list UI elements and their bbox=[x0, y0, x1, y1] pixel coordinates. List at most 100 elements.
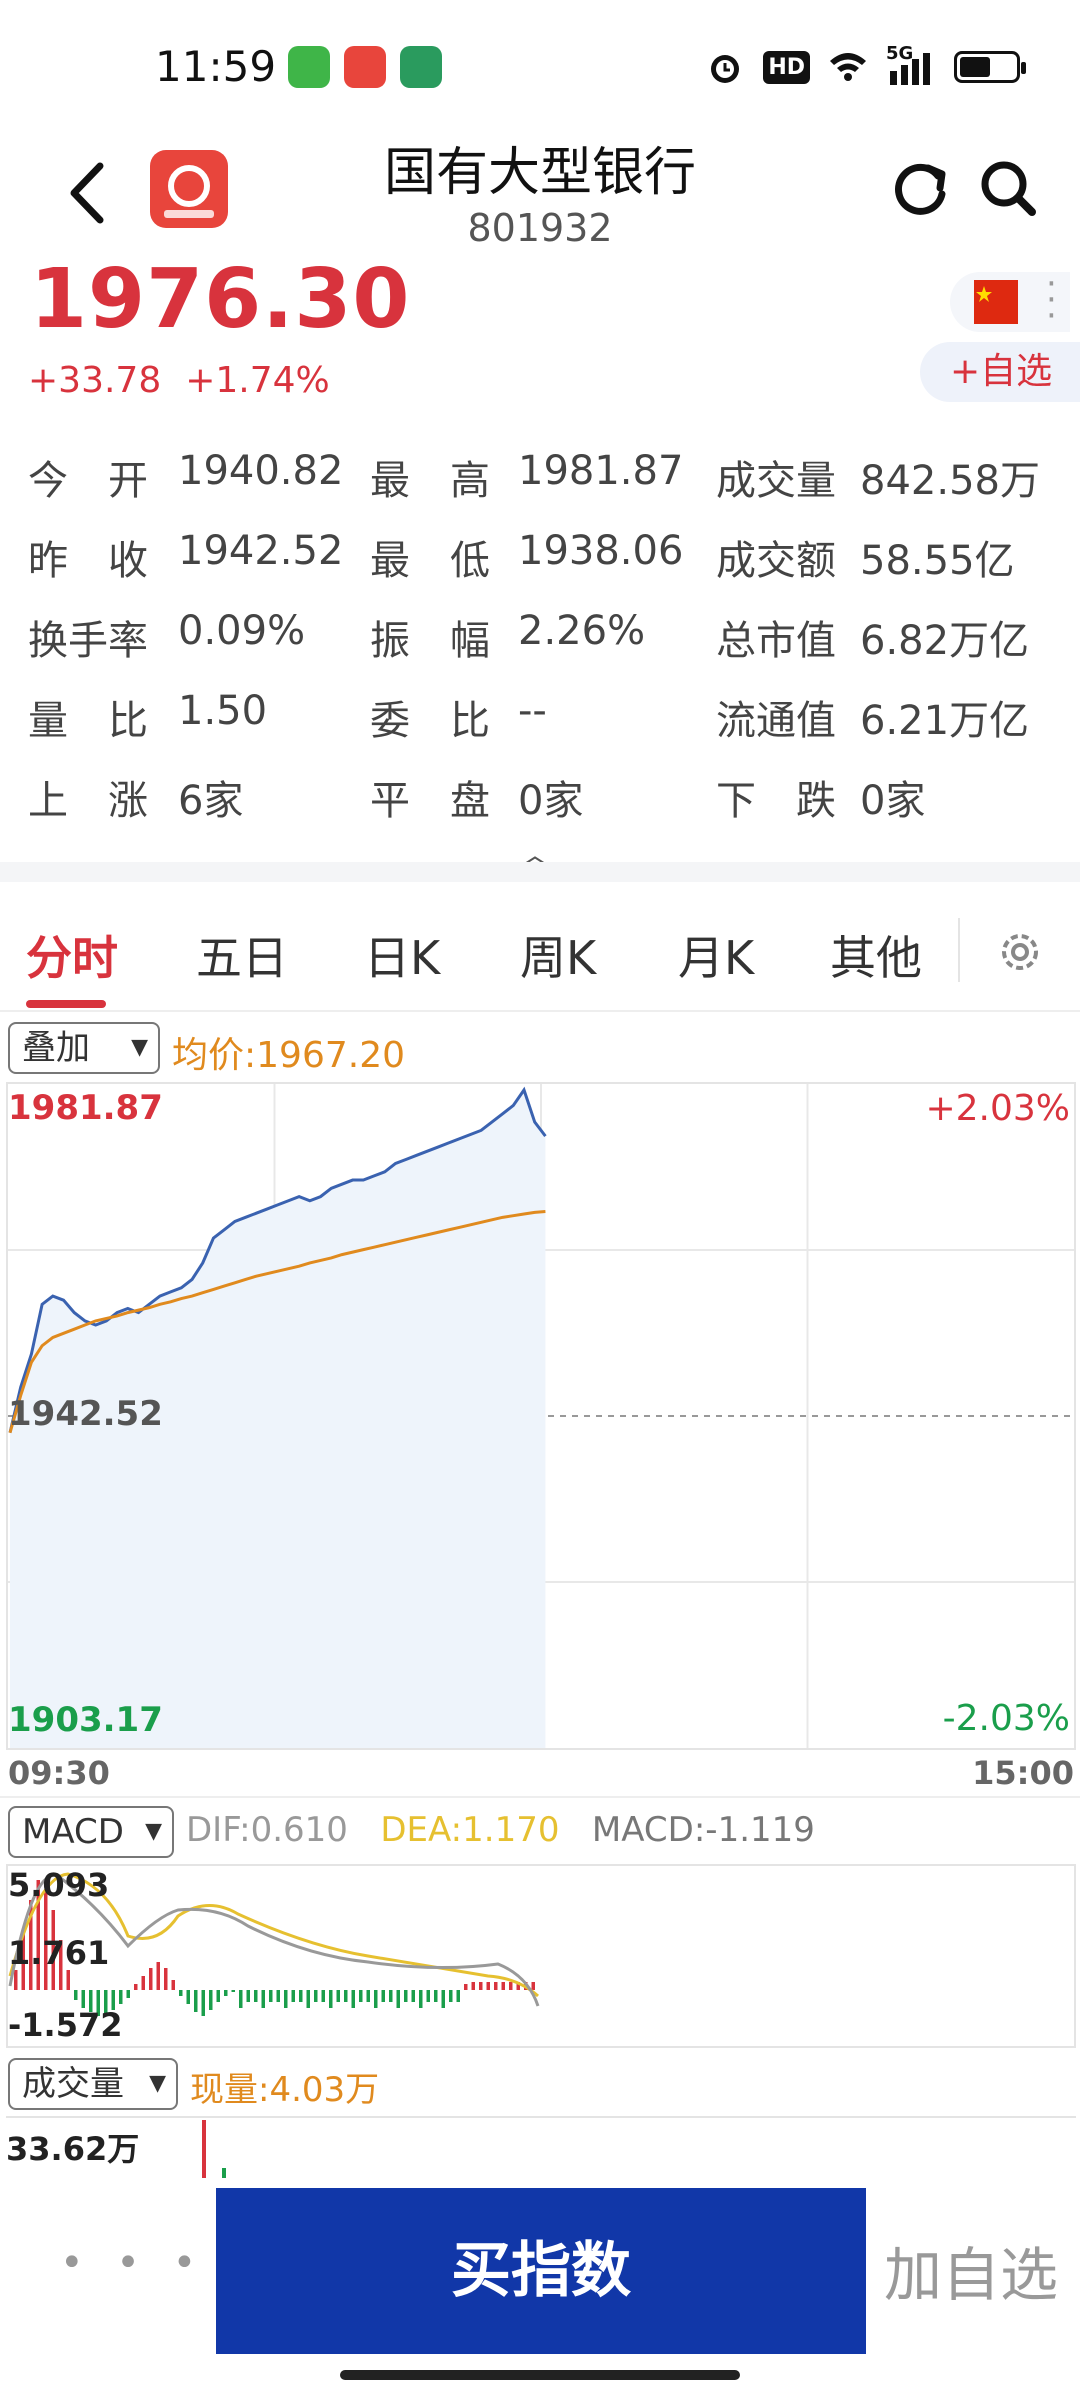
tabs-bottom-border bbox=[0, 1010, 1080, 1012]
toutiao-icon bbox=[344, 46, 386, 88]
chart-tabs: 分时 五日 日K 周K 月K 其他 bbox=[0, 882, 1080, 1012]
stat-label: 振 幅 bbox=[370, 618, 490, 664]
macd-bar bbox=[216, 1990, 220, 2002]
stat-value: 1981.87 bbox=[518, 448, 684, 494]
macd-bar bbox=[404, 1990, 408, 2002]
macd-dif: DIF:0.610 bbox=[186, 1810, 348, 1850]
stat-value: 58.55亿 bbox=[860, 538, 1015, 584]
status-time: 11:59 bbox=[155, 42, 277, 91]
macd-bar bbox=[344, 1990, 348, 2002]
tab-five-day[interactable]: 五日 bbox=[196, 922, 288, 988]
stat-label: 成交量 bbox=[716, 458, 836, 504]
macd-bar bbox=[426, 1990, 430, 2002]
stat-value: 6家 bbox=[178, 778, 244, 824]
buy-index-button[interactable]: 买指数 bbox=[216, 2188, 866, 2354]
macd-bar bbox=[156, 1962, 160, 1990]
macd-bar bbox=[209, 1990, 213, 2010]
macd-bar bbox=[531, 1982, 535, 1990]
active-tab-indicator bbox=[26, 1000, 106, 1008]
tab-monthly-k[interactable]: 月K bbox=[678, 922, 754, 988]
stat-label: 平 盘 bbox=[370, 778, 490, 824]
stat-label: 量 比 bbox=[28, 698, 148, 744]
macd-bar bbox=[434, 1990, 438, 2002]
macd-bar bbox=[351, 1990, 355, 2008]
macd-bar bbox=[261, 1990, 265, 2008]
stats-row: 上 涨 6家平 盘 0家下 跌 0家 bbox=[28, 768, 1068, 828]
section-divider bbox=[0, 862, 1080, 882]
tab-other[interactable]: 其他 bbox=[830, 922, 922, 988]
macd-bar bbox=[134, 1984, 138, 1990]
macd-bar bbox=[329, 1990, 333, 2008]
macd-bar bbox=[246, 1990, 250, 2002]
macd-bar bbox=[149, 1968, 153, 1990]
chart-high-label: 1981.87 bbox=[8, 1088, 163, 1128]
stat-value: 6.82万亿 bbox=[860, 618, 1030, 664]
stat-label: 换手率 bbox=[28, 618, 148, 664]
stat-label: 下 跌 bbox=[716, 778, 836, 824]
volume-select[interactable]: 成交量 bbox=[8, 2058, 178, 2110]
market-flag[interactable]: · · · bbox=[950, 267, 1070, 333]
macd-select[interactable]: MACD bbox=[8, 1806, 174, 1858]
macd-divider bbox=[0, 1796, 1080, 1798]
more-vertical-icon[interactable]: · · · bbox=[1046, 267, 1057, 333]
stat-value: 0家 bbox=[518, 778, 584, 824]
stat-value: 0.09% bbox=[178, 608, 306, 654]
macd-bar bbox=[224, 1990, 228, 1996]
status-bar: 11:59 HD 5G bbox=[0, 0, 1080, 130]
stat-value: 1942.52 bbox=[178, 528, 344, 574]
add-favorite-button[interactable]: 加自选 bbox=[884, 2228, 1058, 2312]
macd-bar bbox=[231, 1990, 235, 1992]
signal-icon: 5G bbox=[886, 43, 936, 87]
stat-value: 1938.06 bbox=[518, 528, 684, 574]
macd-bar bbox=[336, 1990, 340, 2002]
time-start-label: 09:30 bbox=[8, 1754, 110, 1792]
macd-bar bbox=[509, 1982, 513, 1990]
macd-bar bbox=[119, 1990, 123, 2004]
macd-macd: MACD:-1.119 bbox=[591, 1810, 815, 1850]
status-icons: HD 5G bbox=[705, 43, 1080, 90]
stat-label: 最 高 bbox=[370, 458, 490, 504]
battery-icon bbox=[954, 51, 1026, 83]
macd-bar bbox=[291, 1990, 295, 2002]
macd-bar bbox=[66, 1970, 70, 1990]
macd-bar bbox=[141, 1976, 145, 1990]
overlay-select[interactable]: 叠加 bbox=[8, 1022, 160, 1074]
stats-row: 换手率 0.09% 振 幅 2.26% 总市值 6.82万亿 bbox=[28, 608, 1068, 668]
stat-value: 1940.82 bbox=[178, 448, 344, 494]
macd-bar bbox=[201, 1990, 205, 2016]
macd-bar bbox=[374, 1990, 378, 2008]
change-value: +33.78 bbox=[28, 360, 162, 401]
current-volume-label: 现量:4.03万 bbox=[190, 2070, 380, 2110]
page-header: 国有大型银行 801932 bbox=[0, 130, 1080, 270]
add-watchlist-button[interactable]: +自选 bbox=[920, 342, 1080, 402]
macd-bar bbox=[479, 1982, 483, 1990]
chart-low-label: 1903.17 bbox=[8, 1700, 163, 1740]
macd-bar bbox=[314, 1990, 318, 2002]
price-change: +33.78 +1.74% bbox=[28, 360, 354, 401]
macd-bar bbox=[464, 1984, 468, 1990]
macd-bar bbox=[471, 1982, 475, 1990]
gear-icon[interactable] bbox=[994, 926, 1046, 978]
macd-bar bbox=[449, 1990, 453, 2002]
wechat-icon bbox=[288, 46, 330, 88]
home-indicator bbox=[340, 2370, 740, 2380]
macd-mid-label: 1.761 bbox=[8, 1934, 110, 1972]
tab-weekly-k[interactable]: 周K bbox=[520, 922, 596, 988]
stats-row: 昨 收 1942.52 最 低 1938.06 成交额 58.55亿 bbox=[28, 528, 1068, 588]
macd-chart: 5.093 1.761 -1.572 bbox=[6, 1864, 1076, 2048]
time-end-label: 15:00 bbox=[972, 1754, 1074, 1792]
more-icon[interactable]: • • • bbox=[60, 2240, 206, 2286]
stat-value: 0家 bbox=[860, 778, 926, 824]
search-icon[interactable] bbox=[976, 156, 1040, 220]
macd-bar bbox=[501, 1982, 505, 1990]
intraday-chart[interactable]: 1981.87 1942.52 1903.17 +2.03% -2.03% bbox=[6, 1082, 1076, 1750]
stat-label: 最 低 bbox=[370, 538, 490, 584]
refresh-icon[interactable] bbox=[888, 156, 952, 220]
tab-intraday[interactable]: 分时 bbox=[26, 922, 118, 988]
macd-bar bbox=[441, 1990, 445, 2008]
stats-row: 量 比 1.50 委 比 -- 流通值 6.21万亿 bbox=[28, 688, 1068, 748]
stat-label: 成交额 bbox=[716, 538, 836, 584]
chart-prev-close-label: 1942.52 bbox=[8, 1394, 163, 1434]
tab-daily-k[interactable]: 日K bbox=[364, 922, 440, 988]
macd-bar bbox=[381, 1990, 385, 2002]
